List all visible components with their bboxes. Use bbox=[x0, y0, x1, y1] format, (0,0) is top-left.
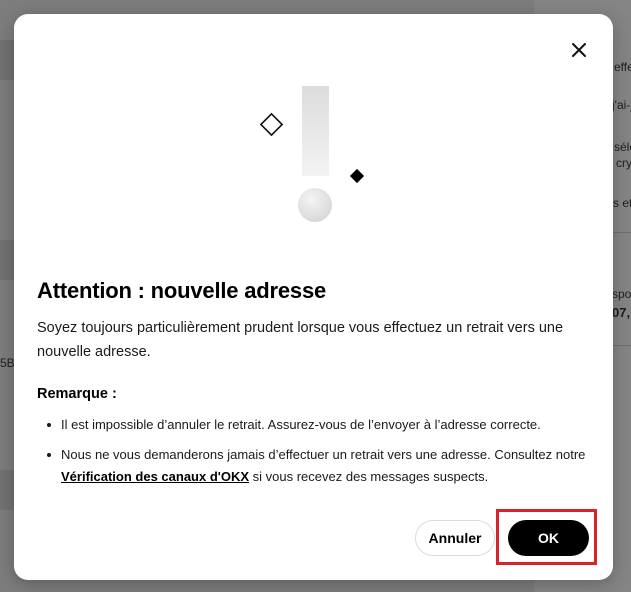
background-text: cry bbox=[616, 156, 631, 170]
cancel-button[interactable]: Annuler bbox=[415, 520, 495, 556]
background-text: 07, bbox=[612, 305, 631, 320]
background-strip bbox=[0, 470, 14, 510]
background-text: séle bbox=[614, 140, 631, 154]
dialog-title: Attention : nouvelle adresse bbox=[37, 278, 327, 303]
note-list: Il est impossible d’annuler le retrait. … bbox=[37, 414, 597, 496]
exclamation-warning-icon bbox=[259, 86, 365, 222]
background-text: effe bbox=[614, 60, 631, 74]
note-item: Nous ne vous demanderons jamais d’effect… bbox=[37, 444, 597, 488]
background-text: s et bbox=[613, 196, 631, 210]
close-icon bbox=[572, 43, 586, 57]
ok-button[interactable]: OK bbox=[508, 520, 589, 556]
okx-channel-verification-link[interactable]: Vérification des canaux d'OKX bbox=[61, 469, 249, 484]
dialog-description: Soyez toujours particulièrement prudent … bbox=[37, 320, 564, 360]
note-text: Nous ne vous demanderons jamais d’effect… bbox=[61, 447, 586, 462]
note-text: si vous recevez des messages suspects. bbox=[249, 469, 489, 484]
note-item: Il est impossible d’annuler le retrait. … bbox=[37, 414, 597, 436]
new-address-warning-dialog: Attention : nouvelle adresse Soyez toujo… bbox=[14, 14, 613, 580]
background-strip bbox=[0, 40, 14, 80]
note-label: Remarque : bbox=[37, 386, 117, 402]
background-text: 5B bbox=[0, 356, 15, 370]
background-strip bbox=[0, 240, 14, 280]
background-text: j'ai-j bbox=[612, 98, 631, 112]
background-text: spo bbox=[612, 287, 631, 301]
close-button[interactable] bbox=[567, 38, 591, 62]
